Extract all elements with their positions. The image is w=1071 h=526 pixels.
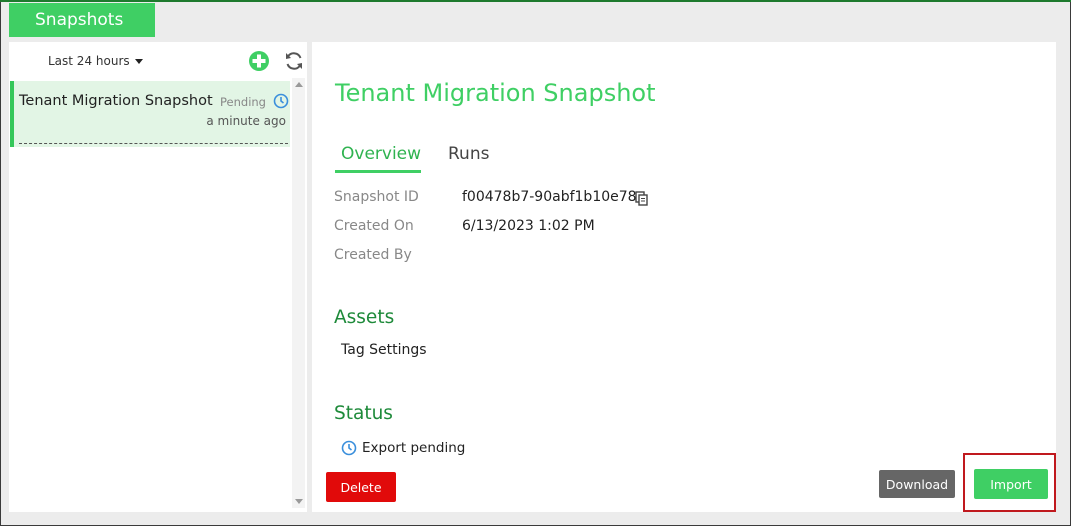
refresh-icon[interactable] bbox=[283, 50, 305, 72]
download-button[interactable]: Download bbox=[879, 470, 955, 498]
list-item-status: Pending bbox=[220, 95, 266, 109]
copy-icon[interactable] bbox=[635, 191, 649, 206]
snapshot-id-value: f00478b7-90abf1b10e78 bbox=[462, 189, 637, 205]
created-on-label: Created On bbox=[334, 218, 414, 234]
scroll-down-arrow-icon[interactable] bbox=[295, 499, 303, 504]
tab-overview[interactable]: Overview bbox=[341, 144, 421, 164]
clock-icon bbox=[341, 440, 357, 456]
status-heading: Status bbox=[334, 403, 393, 424]
time-filter-label: Last 24 hours bbox=[48, 54, 130, 68]
import-button[interactable]: Import bbox=[974, 469, 1048, 499]
tab-runs[interactable]: Runs bbox=[448, 144, 489, 164]
snapshot-detail-panel: Tenant Migration Snapshot Overview Runs … bbox=[312, 42, 1056, 512]
snapshot-list-panel: Last 24 hours Tenant Migration Snapshot … bbox=[9, 42, 307, 512]
created-by-label: Created By bbox=[334, 247, 412, 263]
list-item-title: Tenant Migration Snapshot bbox=[19, 93, 213, 109]
top-accent-line bbox=[0, 0, 1071, 2]
active-tab-indicator bbox=[335, 170, 421, 173]
caret-down-icon bbox=[134, 58, 143, 64]
snapshots-tab[interactable]: Snapshots bbox=[9, 3, 155, 37]
clock-icon bbox=[273, 93, 289, 109]
assets-heading: Assets bbox=[334, 307, 395, 328]
page-title: Tenant Migration Snapshot bbox=[335, 79, 656, 107]
scroll-up-arrow-icon[interactable] bbox=[295, 82, 303, 87]
time-filter-dropdown[interactable]: Last 24 hours bbox=[48, 54, 143, 68]
status-text: Export pending bbox=[362, 440, 466, 456]
created-on-value: 6/13/2023 1:02 PM bbox=[462, 218, 595, 234]
asset-item: Tag Settings bbox=[341, 342, 427, 358]
list-item-time: a minute ago bbox=[206, 114, 286, 128]
list-scrollbar[interactable] bbox=[292, 78, 305, 508]
snapshot-id-label: Snapshot ID bbox=[334, 189, 419, 205]
delete-button[interactable]: Delete bbox=[326, 472, 396, 502]
snapshot-list-item[interactable]: Tenant Migration Snapshot Pending a minu… bbox=[10, 81, 290, 147]
plus-circle-icon[interactable] bbox=[248, 50, 270, 72]
status-row: Export pending bbox=[341, 440, 465, 456]
